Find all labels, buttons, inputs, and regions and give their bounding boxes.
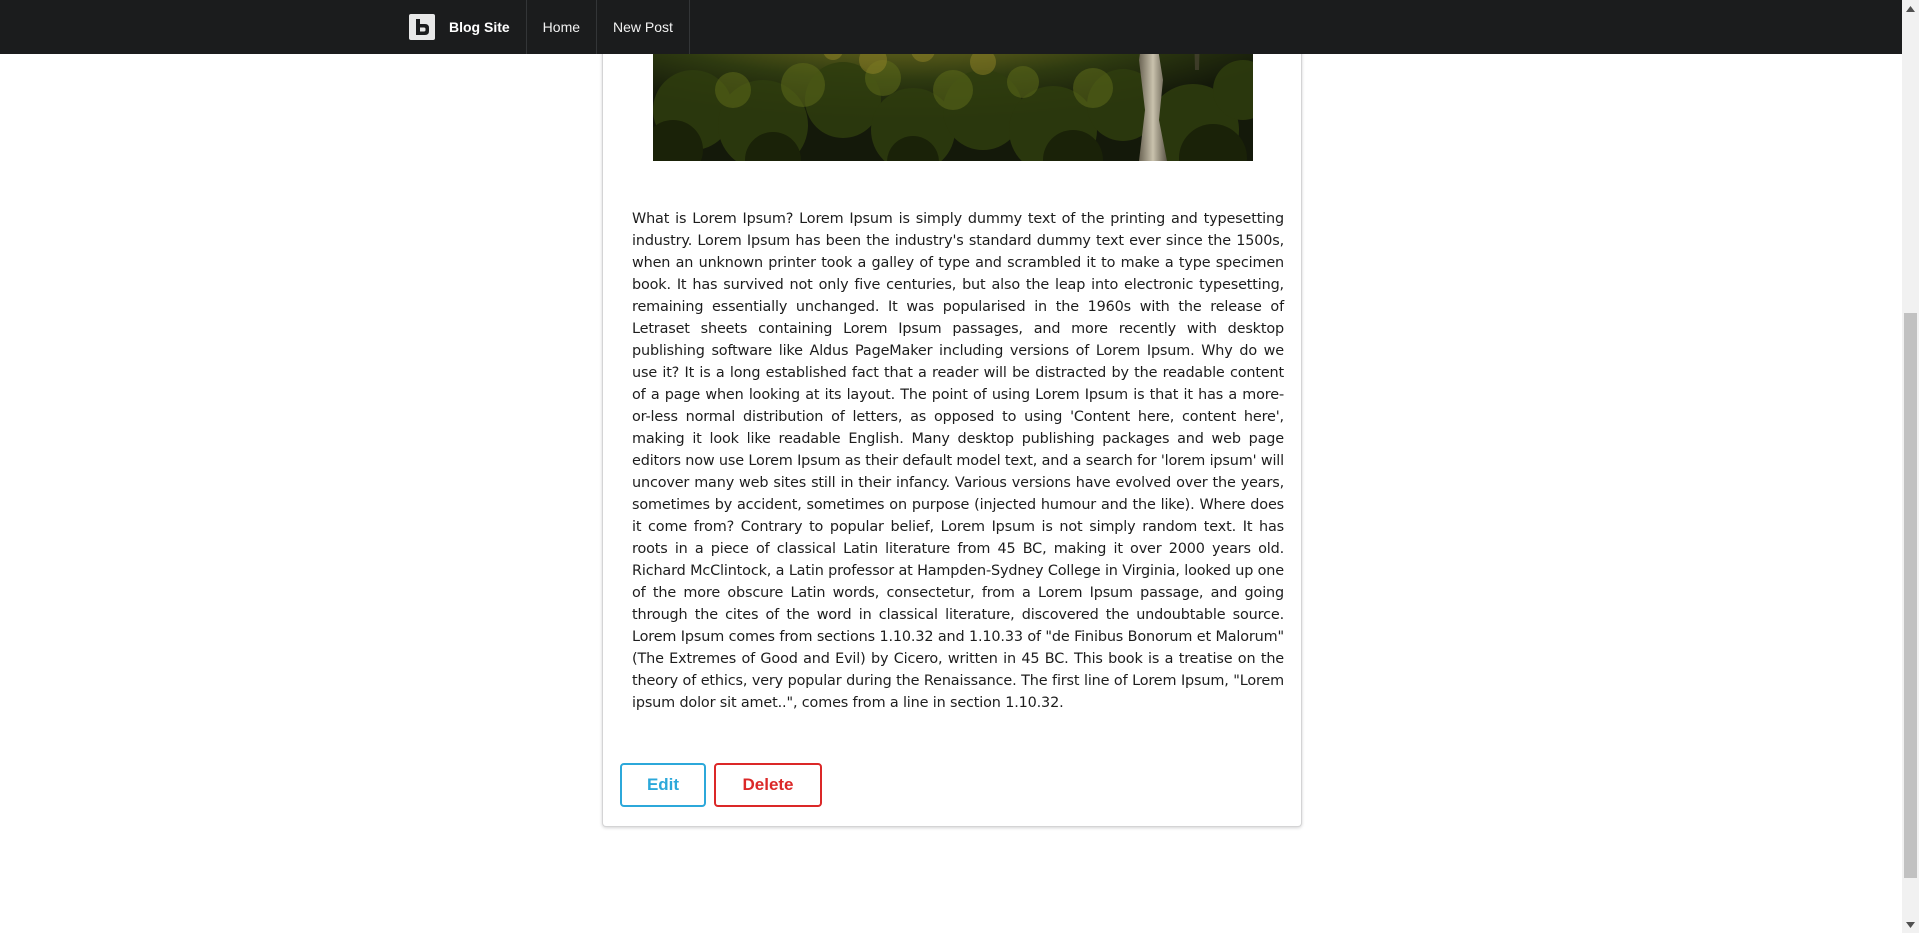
edit-button[interactable]: Edit bbox=[620, 763, 706, 807]
navbar-menu: Blog Site Home New Post bbox=[396, 0, 690, 54]
page-viewport: What is Lorem Ipsum? Lorem Ipsum is simp… bbox=[0, 0, 1902, 933]
brand-label: Blog Site bbox=[449, 19, 510, 35]
brand-link[interactable]: Blog Site bbox=[396, 0, 527, 54]
vertical-scrollbar[interactable] bbox=[1902, 0, 1919, 933]
post-body-text: What is Lorem Ipsum? Lorem Ipsum is simp… bbox=[632, 211, 1284, 711]
delete-button[interactable]: Delete bbox=[714, 763, 822, 807]
scroll-up-arrow-icon[interactable] bbox=[1902, 0, 1919, 17]
nav-item-new-post[interactable]: New Post bbox=[597, 0, 690, 54]
blog-logo-icon bbox=[409, 14, 435, 40]
nav-item-home[interactable]: Home bbox=[527, 0, 598, 54]
post-card: What is Lorem Ipsum? Lorem Ipsum is simp… bbox=[602, 0, 1302, 827]
scrollbar-thumb[interactable] bbox=[1904, 313, 1917, 878]
top-navbar: Blog Site Home New Post bbox=[0, 0, 1902, 54]
scroll-down-arrow-icon[interactable] bbox=[1902, 916, 1919, 933]
